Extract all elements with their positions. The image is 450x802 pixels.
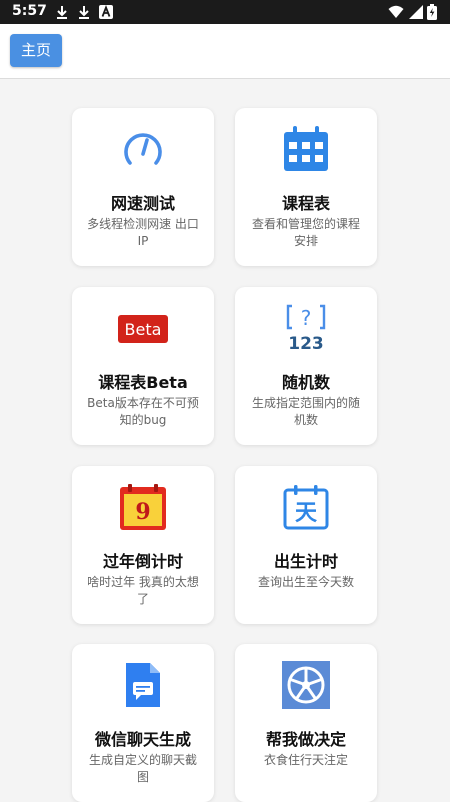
course-schedule-card[interactable]: 课程表 查看和管理您的课程安排 [235, 108, 377, 266]
card-description: 查看和管理您的课程安排 [251, 217, 360, 248]
speedometer-icon [124, 133, 162, 165]
card-description: 多线程检测网速 出口IP [87, 217, 199, 248]
decision-helper-card[interactable]: 帮我做决定 衣食住行天注定 [235, 644, 377, 802]
beta-badge-text: Beta [125, 320, 162, 339]
card-title: 过年倒计时 [102, 552, 183, 571]
card-title: 随机数 [281, 373, 330, 392]
font-app-icon [99, 5, 113, 19]
card-description: Beta版本存在不可预知的bug [87, 396, 199, 427]
new-year-calendar-icon: 9 [120, 484, 166, 530]
card-title: 网速测试 [110, 194, 175, 213]
app-bar: 主页 [0, 24, 450, 79]
birth-timer-card[interactable]: 天 出生计时 查询出生至今天数 [235, 466, 377, 624]
status-time: 5:57 [12, 3, 47, 19]
spin-wheel-icon [282, 661, 330, 709]
new-year-countdown-card[interactable]: 9 过年倒计时 啥时过年 我真的太想了 [72, 466, 214, 624]
card-title: 课程表Beta [98, 373, 188, 392]
battery-icon [427, 4, 437, 20]
status-bar: 5:57 [0, 0, 450, 24]
chat-document-icon [126, 663, 160, 707]
random-number-card[interactable]: ? 123 随机数 生成指定范围内的随机数 [235, 287, 377, 445]
beta-badge-icon: Beta [118, 315, 168, 343]
download-icon [79, 6, 89, 19]
card-title: 帮我做决定 [265, 730, 346, 749]
card-title: 课程表 [281, 194, 330, 213]
card-description: 衣食住行天注定 [263, 753, 348, 767]
wifi-icon [388, 5, 404, 18]
calendar-grid-icon [284, 126, 328, 171]
course-schedule-beta-card[interactable]: Beta 课程表Beta Beta版本存在不可预知的bug [72, 287, 214, 445]
card-title: 微信聊天生成 [94, 730, 191, 749]
card-description: 啥时过年 我真的太想了 [87, 575, 199, 606]
home-button[interactable]: 主页 [10, 34, 62, 67]
random-number-icon: ? 123 [286, 304, 326, 353]
day-character: 天 [295, 501, 318, 526]
number-text: 123 [288, 334, 324, 353]
download-icon [57, 6, 67, 19]
wechat-chat-generator-card[interactable]: 微信聊天生成 生成自定义的聊天截图 [72, 644, 214, 802]
card-title: 出生计时 [273, 552, 338, 571]
card-description: 查询出生至今天数 [257, 575, 354, 589]
speed-test-card[interactable]: 网速测试 多线程检测网速 出口IP [72, 108, 214, 266]
day-calendar-icon: 天 [283, 485, 329, 530]
card-description: 生成指定范围内的随机数 [251, 396, 360, 427]
signal-icon [409, 5, 423, 19]
countdown-number: 9 [135, 499, 150, 525]
question-mark-text: ? [301, 306, 312, 330]
card-description: 生成自定义的聊天截图 [88, 753, 197, 784]
